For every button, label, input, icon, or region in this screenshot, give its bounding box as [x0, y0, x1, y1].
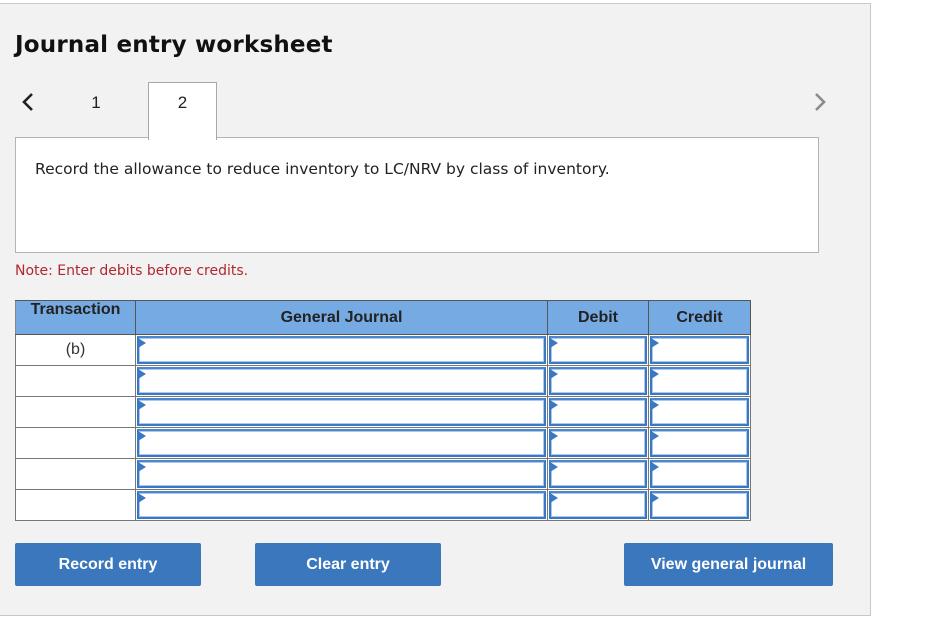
table-row: (b) — [15, 334, 751, 366]
transaction-label — [16, 397, 135, 403]
credit-input[interactable] — [650, 398, 749, 426]
instruction-text: Record the allowance to reduce inventory… — [35, 160, 610, 178]
credit-input[interactable] — [650, 460, 749, 488]
transaction-cell: (b) — [15, 334, 136, 366]
account-cell — [135, 458, 548, 490]
page-title: Journal entry worksheet — [15, 32, 333, 58]
credit-input[interactable] — [650, 367, 749, 395]
tab-1[interactable]: 1 — [62, 84, 130, 124]
header-debit: Debit — [547, 300, 649, 335]
account-input[interactable] — [137, 398, 546, 426]
table-row — [15, 365, 751, 397]
account-cell — [135, 365, 548, 397]
account-cell — [135, 396, 548, 428]
debit-cell — [547, 489, 649, 521]
header-transaction: Transaction — [15, 300, 136, 335]
debit-cell — [547, 365, 649, 397]
journal-table: Transaction General Journal Debit Credit… — [15, 300, 751, 521]
account-input[interactable] — [137, 491, 546, 519]
debit-input[interactable] — [549, 460, 647, 488]
table-header-row: Transaction General Journal Debit Credit — [15, 300, 751, 335]
credit-cell — [648, 365, 751, 397]
transaction-label — [16, 459, 135, 465]
debit-input[interactable] — [549, 429, 647, 457]
debit-cell — [547, 334, 649, 366]
table-row — [15, 396, 751, 428]
transaction-cell — [15, 489, 136, 521]
credit-cell — [648, 489, 751, 521]
note-text: Note: Enter debits before credits. — [15, 263, 249, 279]
transaction-label — [16, 366, 135, 372]
table-row — [15, 458, 751, 490]
table-row — [15, 427, 751, 459]
credit-input[interactable] — [650, 491, 749, 519]
prev-button[interactable] — [18, 90, 38, 114]
tab-2[interactable]: 2 — [148, 82, 217, 140]
credit-cell — [648, 334, 751, 366]
transaction-cell — [15, 365, 136, 397]
credit-cell — [648, 458, 751, 490]
account-cell — [135, 427, 548, 459]
header-general-journal: General Journal — [135, 300, 548, 335]
credit-input[interactable] — [650, 429, 749, 457]
transaction-label: (b) — [65, 341, 86, 358]
account-input[interactable] — [137, 367, 546, 395]
next-button[interactable] — [810, 90, 830, 114]
transaction-cell — [15, 458, 136, 490]
chevron-right-icon — [815, 93, 826, 111]
instruction-box: Record the allowance to reduce inventory… — [15, 137, 819, 253]
account-input[interactable] — [137, 336, 546, 364]
clear-entry-button[interactable]: Clear entry — [255, 543, 441, 586]
view-general-journal-button[interactable]: View general journal — [624, 543, 833, 586]
debit-input[interactable] — [549, 491, 647, 519]
debit-cell — [547, 458, 649, 490]
transaction-cell — [15, 396, 136, 428]
table-row — [15, 489, 751, 521]
debit-cell — [547, 396, 649, 428]
credit-input[interactable] — [650, 336, 749, 364]
debit-input[interactable] — [549, 367, 647, 395]
account-cell — [135, 489, 548, 521]
header-credit: Credit — [648, 300, 751, 335]
transaction-label — [16, 490, 135, 496]
debit-input[interactable] — [549, 398, 647, 426]
transaction-label — [16, 428, 135, 434]
account-cell — [135, 334, 548, 366]
debit-input[interactable] — [549, 336, 647, 364]
chevron-left-icon — [22, 93, 33, 111]
worksheet-panel: Journal entry worksheet 1 2 Record the a… — [0, 3, 871, 616]
credit-cell — [648, 396, 751, 428]
credit-cell — [648, 427, 751, 459]
account-input[interactable] — [137, 460, 546, 488]
account-input[interactable] — [137, 429, 546, 457]
debit-cell — [547, 427, 649, 459]
transaction-cell — [15, 427, 136, 459]
record-entry-button[interactable]: Record entry — [15, 543, 201, 586]
